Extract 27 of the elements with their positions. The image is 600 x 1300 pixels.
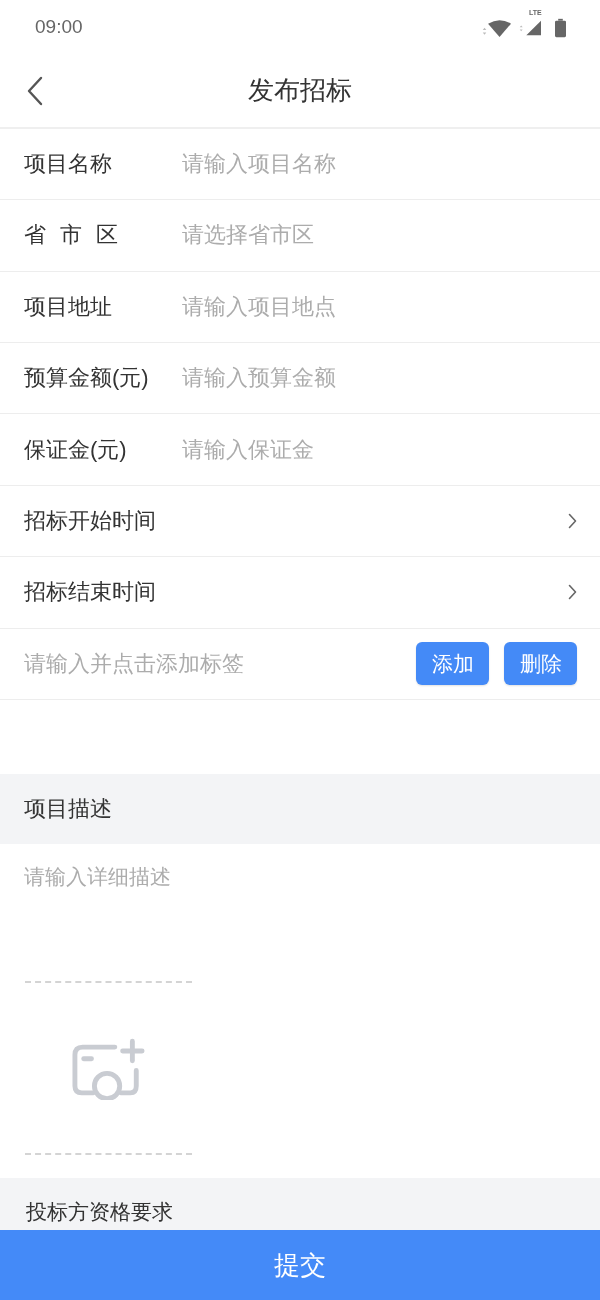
chevron-right-icon[interactable] bbox=[568, 584, 577, 601]
status-time: 09:00 bbox=[35, 16, 83, 39]
text-input[interactable]: 请输入预算金额 bbox=[182, 361, 578, 396]
tag-input[interactable]: 请输入并点击添加标签 bbox=[24, 646, 389, 681]
description-field[interactable]: 请输入详细描述 bbox=[24, 862, 576, 963]
add-button[interactable]: 添加 bbox=[416, 642, 489, 686]
text-input[interactable]: 请输入保证金 bbox=[182, 432, 578, 467]
form-label: 招标结束时间 bbox=[24, 578, 157, 607]
delete-button[interactable]: 删除 bbox=[504, 642, 577, 686]
chevron-right-icon[interactable] bbox=[568, 513, 577, 529]
text-input[interactable]: 请选择省市区 bbox=[182, 218, 578, 253]
battery-icon bbox=[555, 18, 566, 39]
submit-button[interactable]: 提交 bbox=[0, 1230, 600, 1300]
camera-plus-icon bbox=[71, 1036, 146, 1100]
back-icon[interactable] bbox=[27, 75, 43, 106]
form-label: 保证金(元) bbox=[24, 435, 128, 464]
wifi-icon bbox=[481, 20, 511, 39]
form-label: 项目地址 bbox=[24, 292, 113, 321]
form-label: 省 市 区 bbox=[24, 221, 120, 250]
section-header: 投标方资格要求 bbox=[0, 1178, 600, 1231]
form-label: 预算金额(元) bbox=[24, 364, 150, 393]
text-input[interactable]: 请输入项目名称 bbox=[182, 146, 578, 181]
form-label: 项目名称 bbox=[24, 149, 113, 178]
section-header: 项目描述 bbox=[0, 774, 600, 845]
form-label: 招标开始时间 bbox=[24, 507, 157, 535]
text-input[interactable]: 请输入项目地点 bbox=[182, 289, 578, 324]
page-title: 发布招标 bbox=[248, 74, 352, 108]
